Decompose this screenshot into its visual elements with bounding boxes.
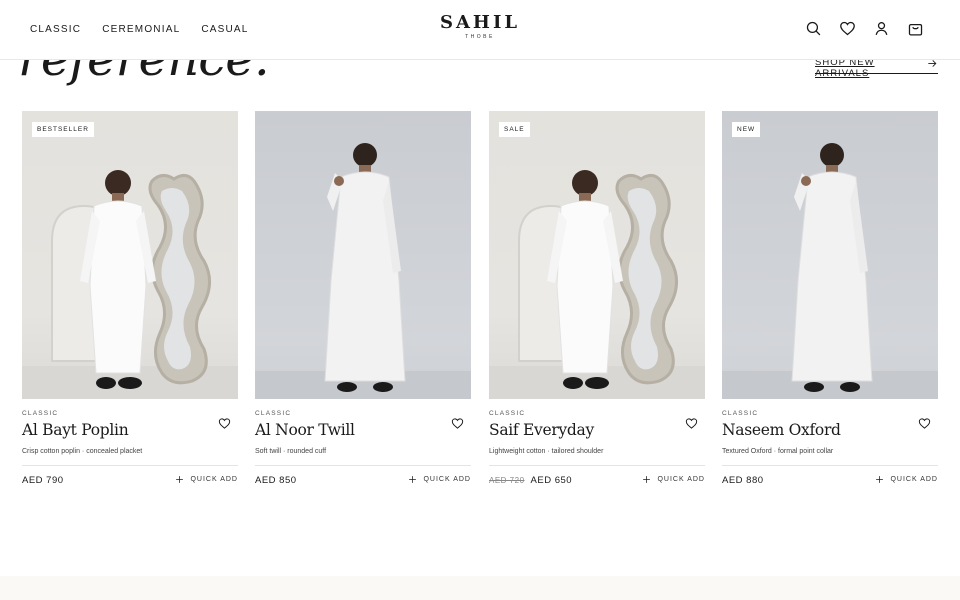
product-description: Textured Oxford · formal point collar (722, 448, 834, 455)
product-category: CLASSIC (489, 410, 526, 417)
shop-new-arrivals-label: SHOP NEW ARRIVALS (815, 57, 875, 79)
product-description: Soft twill · rounded cuff (255, 448, 327, 455)
product-card[interactable]: NEW CLASSIC Naseem Oxford Textured Oxfor… (722, 111, 938, 499)
product-price: AED 880 (722, 475, 764, 486)
quick-add-label: QUICK ADD (190, 476, 238, 483)
product-price-row: AED 790 (22, 475, 64, 486)
product-description: Lightweight cotton · tailored shoulder (489, 448, 604, 455)
product-card[interactable]: BESTSELLER CLASSIC Al Bayt Poplin Crisp … (22, 111, 238, 499)
product-price-row: AED 880 (722, 475, 764, 486)
plus-icon (642, 475, 651, 484)
site-header: CLASSIC CEREMONIAL CASUAL SAHIL THOBE (0, 0, 960, 60)
product-category: CLASSIC (22, 410, 59, 417)
divider (489, 465, 705, 466)
product-badge: BESTSELLER (32, 122, 94, 137)
product-image[interactable] (255, 111, 471, 399)
search-icon[interactable] (805, 20, 822, 37)
header-icons (805, 20, 924, 37)
wishlist-heart-icon[interactable] (218, 417, 231, 430)
product-badge: SALE (499, 122, 530, 137)
quick-add-button[interactable]: QUICK ADD (175, 475, 238, 484)
product-image[interactable]: NEW (722, 111, 938, 399)
plus-icon (175, 475, 184, 484)
divider (22, 465, 238, 466)
quick-add-button[interactable]: QUICK ADD (642, 475, 705, 484)
wishlist-heart-icon[interactable] (918, 417, 931, 430)
quick-add-label: QUICK ADD (890, 476, 938, 483)
plus-icon (875, 475, 884, 484)
footer-band (0, 576, 960, 600)
bag-icon[interactable] (907, 20, 924, 37)
product-price: AED 790 (22, 475, 64, 486)
product-card[interactable]: CLASSIC Al Noor Twill Soft twill · round… (255, 111, 471, 499)
product-badge: NEW (732, 122, 761, 137)
product-category: CLASSIC (255, 410, 292, 417)
product-price: AED 850 (255, 475, 297, 486)
quick-add-button[interactable]: QUICK ADD (408, 475, 471, 484)
product-name[interactable]: Al Noor Twill (255, 421, 355, 439)
account-icon[interactable] (873, 20, 890, 37)
quick-add-label: QUICK ADD (423, 476, 471, 483)
divider (255, 465, 471, 466)
product-name[interactable]: Al Bayt Poplin (22, 421, 129, 439)
product-old-price: AED 720 (489, 476, 525, 485)
product-category: CLASSIC (722, 410, 759, 417)
product-name[interactable]: Naseem Oxford (722, 421, 841, 439)
product-name[interactable]: Saif Everyday (489, 421, 594, 439)
plus-icon (408, 475, 417, 484)
product-price-row: AED 850 (255, 475, 297, 486)
product-description: Crisp cotton poplin · concealed placket (22, 448, 143, 455)
wishlist-heart-icon[interactable] (685, 417, 698, 430)
quick-add-label: QUICK ADD (657, 476, 705, 483)
heart-icon[interactable] (839, 20, 856, 37)
product-image[interactable]: BESTSELLER (22, 111, 238, 399)
wishlist-heart-icon[interactable] (451, 417, 464, 430)
product-price-row: AED 720 AED 650 (489, 475, 572, 486)
product-image[interactable]: SALE (489, 111, 705, 399)
divider (722, 465, 938, 466)
product-price: AED 650 (530, 475, 573, 486)
quick-add-button[interactable]: QUICK ADD (875, 475, 938, 484)
product-card[interactable]: SALE CLASSIC Saif Everyday Lightweight c… (489, 111, 705, 499)
